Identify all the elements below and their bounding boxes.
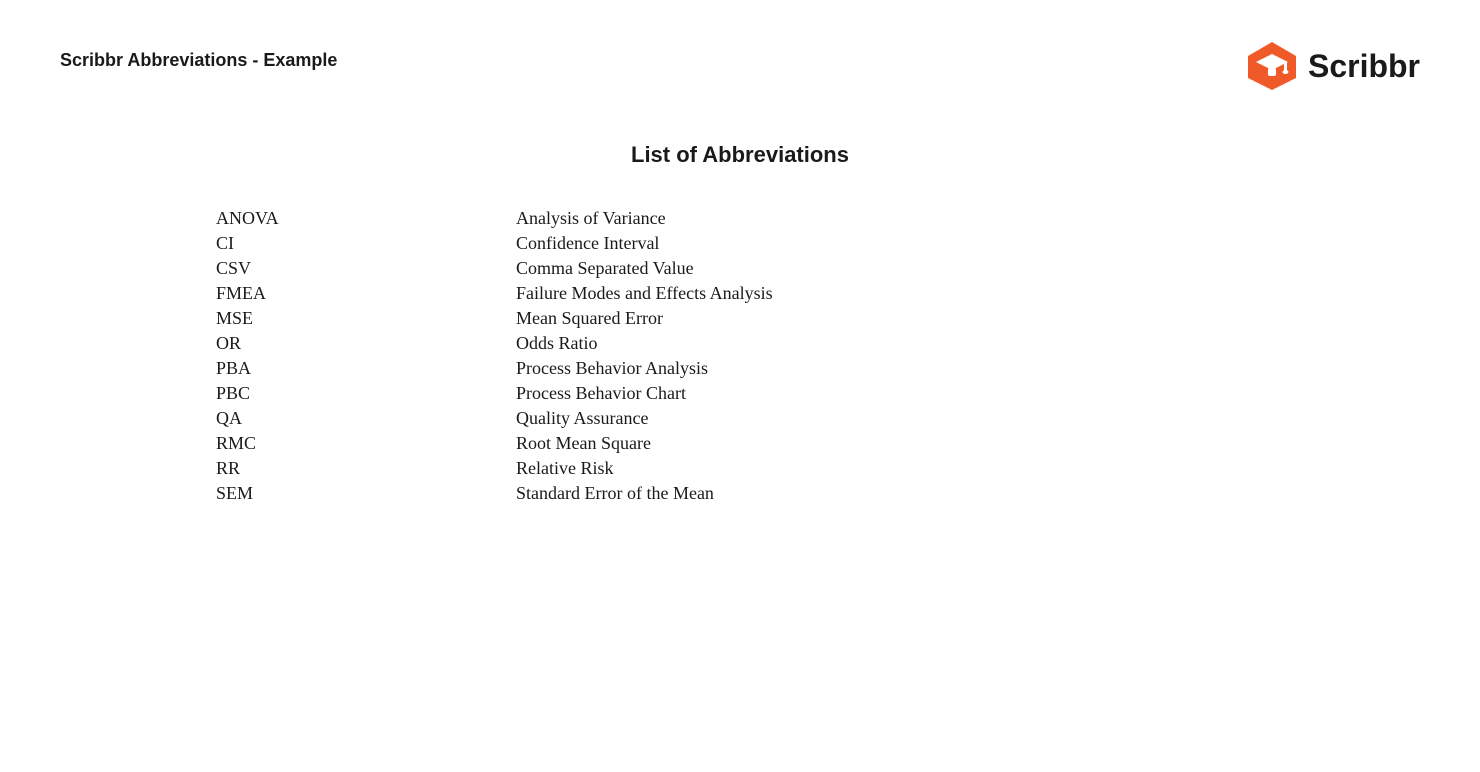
abbr-short: PBC bbox=[196, 383, 516, 404]
content: List of Abbreviations ANOVAAnalysis of V… bbox=[60, 142, 1420, 508]
table-row: PBCProcess Behavior Chart bbox=[196, 383, 1284, 404]
header: Scribbr Abbreviations - Example Scribbr bbox=[60, 40, 1420, 92]
table-row: CIConfidence Interval bbox=[196, 233, 1284, 254]
table-row: CSVComma Separated Value bbox=[196, 258, 1284, 279]
abbr-long: Comma Separated Value bbox=[516, 258, 1284, 279]
abbr-long: Mean Squared Error bbox=[516, 308, 1284, 329]
page-title: Scribbr Abbreviations - Example bbox=[60, 40, 337, 71]
abbr-short: PBA bbox=[196, 358, 516, 379]
abbreviations-table: ANOVAAnalysis of VarianceCIConfidence In… bbox=[196, 208, 1284, 508]
table-row: OROdds Ratio bbox=[196, 333, 1284, 354]
abbr-short: ANOVA bbox=[196, 208, 516, 229]
scribbr-logo-icon bbox=[1246, 40, 1298, 92]
abbr-long: Confidence Interval bbox=[516, 233, 1284, 254]
table-row: QAQuality Assurance bbox=[196, 408, 1284, 429]
table-row: PBAProcess Behavior Analysis bbox=[196, 358, 1284, 379]
table-row: ANOVAAnalysis of Variance bbox=[196, 208, 1284, 229]
table-row: RMCRoot Mean Square bbox=[196, 433, 1284, 454]
abbr-long: Analysis of Variance bbox=[516, 208, 1284, 229]
abbr-short: QA bbox=[196, 408, 516, 429]
table-row: SEMStandard Error of the Mean bbox=[196, 483, 1284, 504]
abbr-short: RR bbox=[196, 458, 516, 479]
abbr-long: Failure Modes and Effects Analysis bbox=[516, 283, 1284, 304]
abbr-short: FMEA bbox=[196, 283, 516, 304]
page-container: Scribbr Abbreviations - Example Scribbr … bbox=[0, 0, 1480, 772]
abbr-long: Relative Risk bbox=[516, 458, 1284, 479]
abbr-long: Process Behavior Chart bbox=[516, 383, 1284, 404]
table-row: RRRelative Risk bbox=[196, 458, 1284, 479]
abbr-short: CI bbox=[196, 233, 516, 254]
abbr-long: Quality Assurance bbox=[516, 408, 1284, 429]
logo-text: Scribbr bbox=[1308, 48, 1420, 85]
table-row: FMEAFailure Modes and Effects Analysis bbox=[196, 283, 1284, 304]
abbr-short: RMC bbox=[196, 433, 516, 454]
abbr-short: CSV bbox=[196, 258, 516, 279]
abbr-short: MSE bbox=[196, 308, 516, 329]
abbr-short: OR bbox=[196, 333, 516, 354]
table-row: MSEMean Squared Error bbox=[196, 308, 1284, 329]
abbr-long: Process Behavior Analysis bbox=[516, 358, 1284, 379]
abbr-long: Root Mean Square bbox=[516, 433, 1284, 454]
abbr-long: Odds Ratio bbox=[516, 333, 1284, 354]
abbr-long: Standard Error of the Mean bbox=[516, 483, 1284, 504]
logo-container: Scribbr bbox=[1246, 40, 1420, 92]
list-heading: List of Abbreviations bbox=[631, 142, 849, 168]
abbr-short: SEM bbox=[196, 483, 516, 504]
